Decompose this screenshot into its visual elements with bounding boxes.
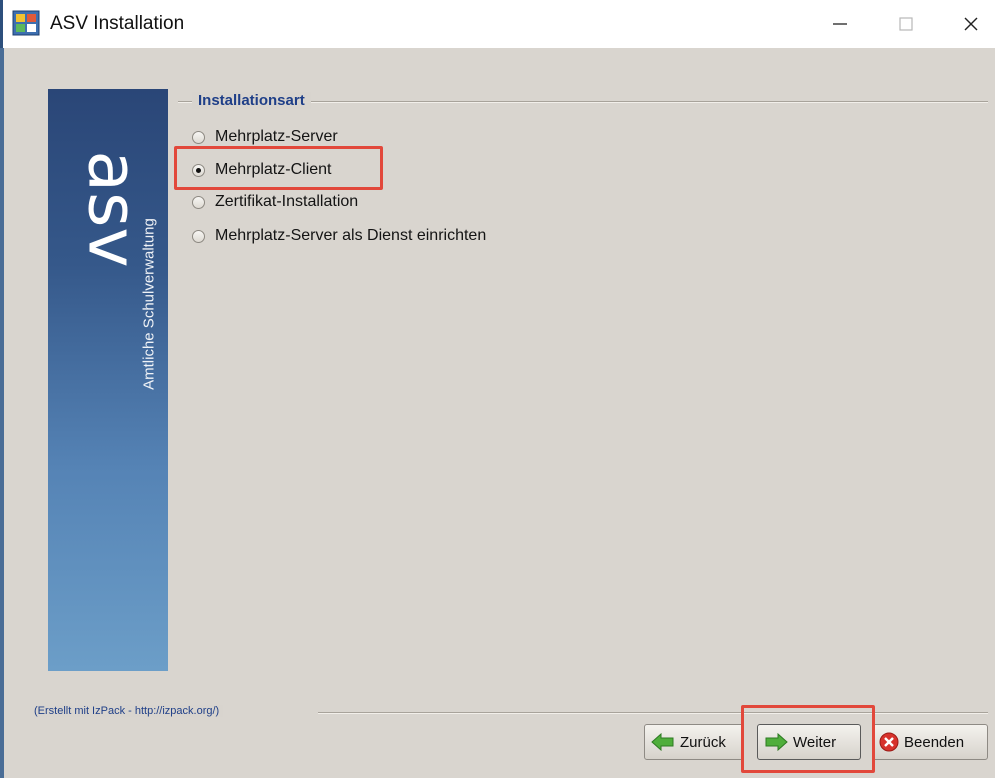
green-left-arrow-icon: [651, 733, 674, 751]
minimize-icon: [833, 23, 847, 25]
close-icon: [964, 17, 978, 31]
close-button[interactable]: [941, 0, 995, 48]
radio-label: Mehrplatz-Server: [215, 128, 338, 145]
window-title: ASV Installation: [50, 13, 185, 34]
app-icon: [12, 10, 40, 36]
quit-button[interactable]: Beenden: [872, 724, 988, 760]
radio-button-icon[interactable]: [192, 229, 205, 243]
izpack-credit: (Erstellt mit IzPack - http://izpack.org…: [34, 705, 224, 717]
back-button[interactable]: Zurück: [644, 724, 744, 760]
quit-button-label: Beenden: [904, 733, 965, 751]
title-bar: ASV Installation: [0, 0, 995, 48]
banner-subtitle: Amtliche Schulverwaltung: [140, 218, 158, 390]
radio-button-icon[interactable]: [192, 195, 205, 209]
title-bar-edge: [0, 0, 3, 48]
footer-divider: [318, 712, 988, 714]
highlight-box-next-button: [741, 705, 875, 773]
group-title: Installationsart: [192, 92, 311, 109]
radio-button-icon[interactable]: [192, 130, 205, 144]
minimize-button[interactable]: [810, 0, 870, 48]
radio-label: Zertifikat-Installation: [215, 193, 359, 210]
radio-option-server-als-dienst[interactable]: Mehrplatz-Server als Dienst einrichten: [192, 224, 486, 248]
radio-option-zertifikat-installation[interactable]: Zertifikat-Installation: [192, 190, 358, 214]
highlight-box-client-option: [174, 146, 383, 190]
back-button-label: Zurück: [680, 733, 726, 751]
radio-label: Mehrplatz-Server als Dienst einrichten: [215, 227, 487, 244]
maximize-icon: [899, 17, 913, 31]
maximize-button[interactable]: [876, 0, 936, 48]
red-x-circle-icon: [879, 732, 899, 752]
asv-banner: asv Amtliche Schulverwaltung: [48, 89, 168, 671]
